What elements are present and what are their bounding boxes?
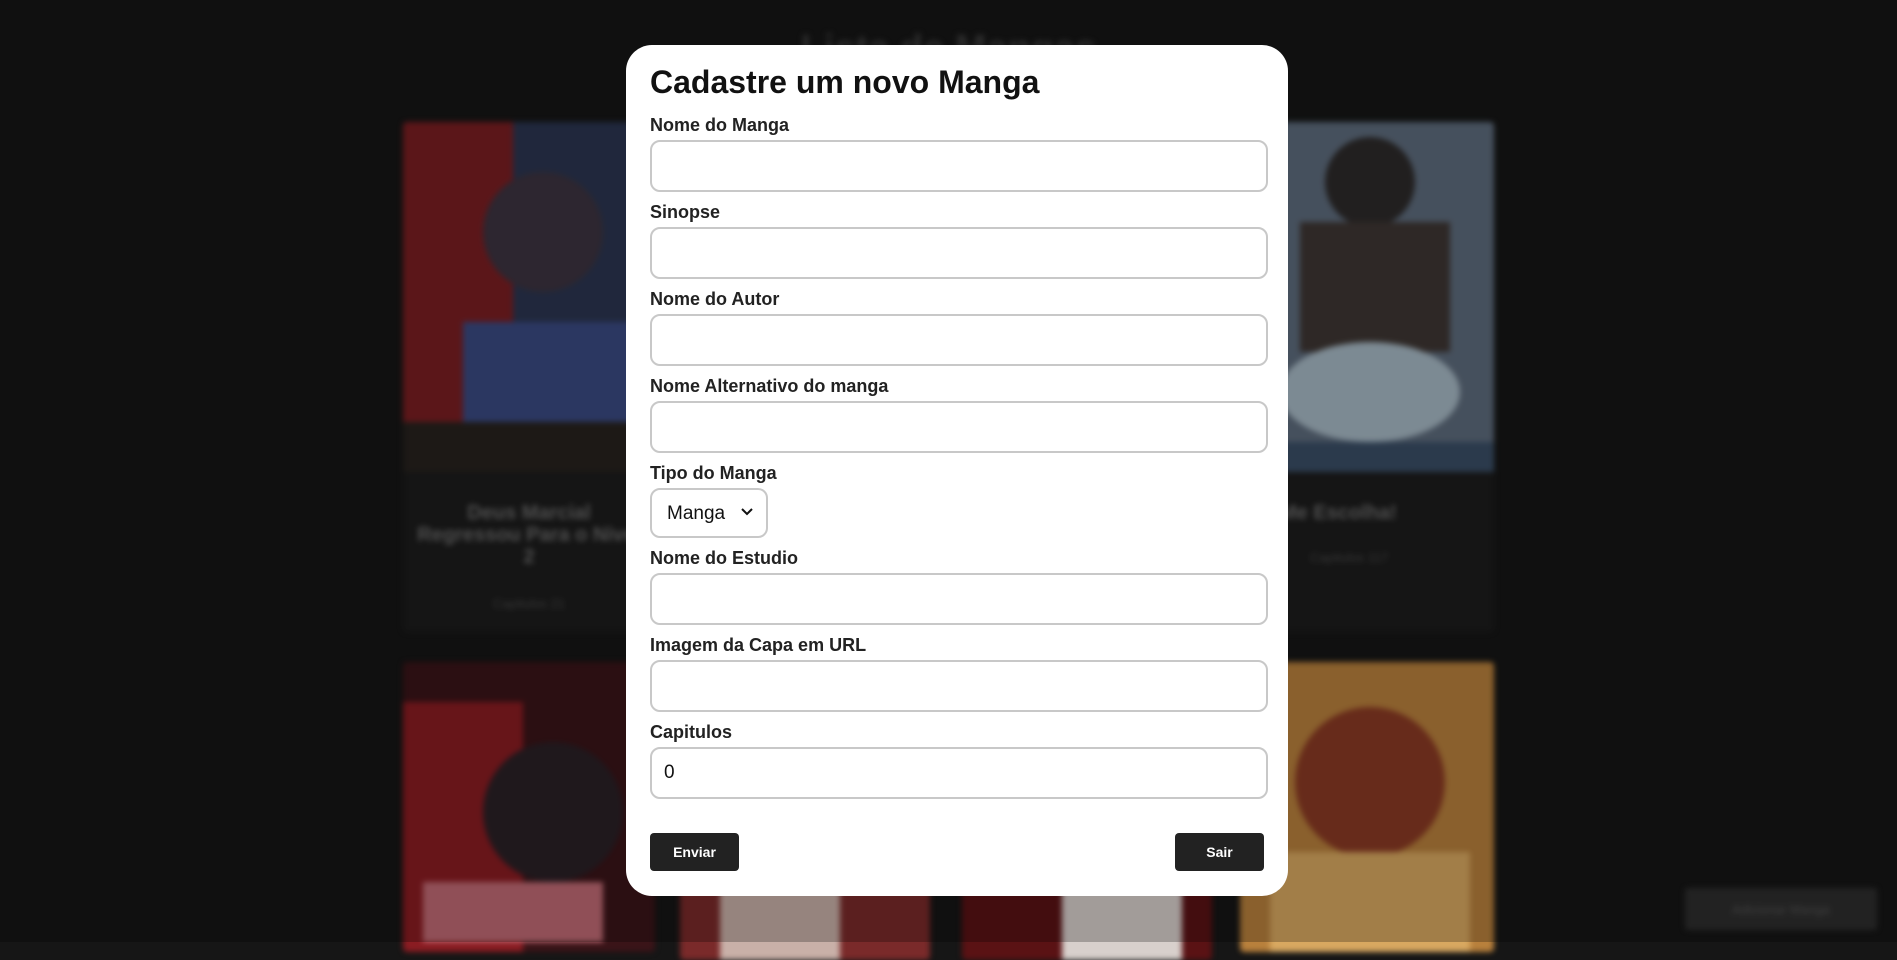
field-autor: Nome do Autor <box>650 289 1268 366</box>
cover-url-label: Imagem da Capa em URL <box>650 635 867 655</box>
modal-actions: Enviar Sair <box>650 833 1264 871</box>
alternative-name-input[interactable] <box>650 401 1268 453</box>
register-manga-modal: Cadastre um novo Manga Nome do Manga Sin… <box>626 45 1288 896</box>
cover-url-input[interactable] <box>650 660 1268 712</box>
author-label: Nome do Autor <box>650 289 780 309</box>
manga-name-input[interactable] <box>650 140 1268 192</box>
synopsis-input[interactable] <box>650 227 1268 279</box>
modal-title: Cadastre um novo Manga <box>650 64 1040 100</box>
alternative-name-label: Nome Alternativo do manga <box>650 376 889 396</box>
field-alternativo: Nome Alternativo do manga <box>650 376 1268 453</box>
chevron-down-icon <box>741 508 753 516</box>
synopsis-label: Sinopse <box>650 202 721 222</box>
exit-button[interactable]: Sair <box>1175 833 1264 871</box>
studio-input[interactable] <box>650 573 1268 625</box>
author-input[interactable] <box>650 314 1268 366</box>
send-button[interactable]: Enviar <box>650 833 739 871</box>
manga-type-select[interactable]: Manga <box>650 488 768 538</box>
manga-name-label: Nome do Manga <box>650 115 790 135</box>
field-capa: Imagem da Capa em URL <box>650 635 1268 712</box>
studio-label: Nome do Estudio <box>650 548 798 568</box>
field-estudio: Nome do Estudio <box>650 548 1268 625</box>
field-sinopse: Sinopse <box>650 202 1268 279</box>
field-tipo: Tipo do Manga Manga <box>650 463 1268 538</box>
field-capitulos: Capitulos <box>650 722 1268 799</box>
chapters-input[interactable] <box>650 747 1268 799</box>
manga-type-selected: Manga <box>667 503 726 524</box>
chapters-label: Capitulos <box>650 722 733 742</box>
manga-type-label: Tipo do Manga <box>650 463 777 483</box>
field-nome: Nome do Manga <box>650 115 1268 192</box>
